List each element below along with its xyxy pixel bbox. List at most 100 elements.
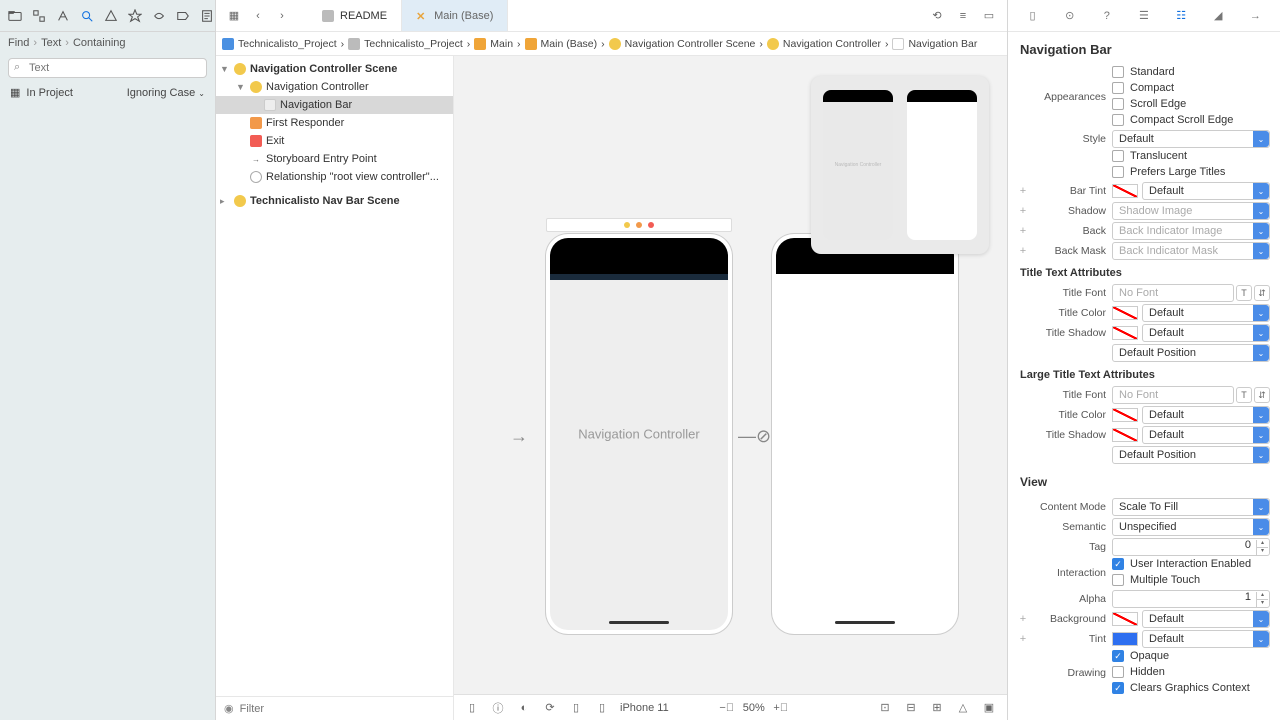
- background-swatch[interactable]: [1112, 612, 1138, 626]
- symbol-icon[interactable]: [56, 9, 70, 23]
- resolve-icon[interactable]: △: [955, 700, 971, 716]
- jump-bar[interactable]: Technicalisto_Project› Technicalisto_Pro…: [216, 32, 1007, 56]
- back-select[interactable]: Back Indicator Image⌄: [1112, 222, 1270, 240]
- test-icon[interactable]: [128, 9, 142, 23]
- search-icon[interactable]: [80, 9, 94, 23]
- bc-vc[interactable]: Navigation Controller: [783, 38, 881, 50]
- orientation-icon[interactable]: ⟳: [542, 700, 558, 716]
- adjust-icon[interactable]: ≡: [955, 8, 971, 24]
- help-inspector-icon[interactable]: ?: [1098, 7, 1116, 25]
- ltitleshadow-swatch[interactable]: [1112, 428, 1138, 442]
- zoom-in-icon[interactable]: +⃝: [773, 700, 789, 716]
- minimap-nav-device[interactable]: Navigation Controller: [823, 90, 893, 240]
- tint-swatch[interactable]: [1112, 632, 1138, 646]
- title-position-select[interactable]: Default Position⌄: [1112, 344, 1270, 362]
- font-stepper[interactable]: ⇵: [1254, 285, 1270, 301]
- report-icon[interactable]: [200, 9, 214, 23]
- constraints-icon[interactable]: ⊡: [877, 700, 893, 716]
- tab-readme[interactable]: README: [308, 0, 402, 31]
- refresh-icon[interactable]: ⟲: [929, 8, 945, 24]
- titlefont-input[interactable]: No Font: [1112, 284, 1234, 302]
- device-icon[interactable]: ▯: [594, 700, 610, 716]
- storyboard-canvas[interactable]: Navigation Controller → —⊘→: [454, 56, 1007, 720]
- split-icon[interactable]: ▯: [568, 700, 584, 716]
- clears-graphics-checkbox[interactable]: ✓: [1112, 682, 1124, 694]
- debug-icon[interactable]: [152, 9, 166, 23]
- find-match[interactable]: Containing: [73, 37, 126, 49]
- find-mode[interactable]: Find: [8, 37, 29, 49]
- size-inspector-icon[interactable]: ◢: [1209, 7, 1227, 25]
- bc-story[interactable]: Main: [490, 38, 513, 50]
- shadow-select[interactable]: Shadow Image⌄: [1112, 202, 1270, 220]
- issue-icon[interactable]: [104, 9, 118, 23]
- add-shadow-button[interactable]: +: [1018, 205, 1028, 217]
- breakpoint-icon[interactable]: [176, 9, 190, 23]
- titleshadow-swatch[interactable]: [1112, 326, 1138, 340]
- tree-vc-row[interactable]: ▼Navigation Controller: [216, 78, 453, 96]
- tree-scene2-row[interactable]: ▸Technicalisto Nav Bar Scene: [216, 192, 453, 210]
- add-bartint-button[interactable]: +: [1018, 185, 1028, 197]
- search-scope-label[interactable]: In Project: [26, 87, 72, 99]
- compact-scroll-checkbox[interactable]: [1112, 114, 1124, 126]
- align-icon[interactable]: ⊟: [903, 700, 919, 716]
- navigation-bar-selection[interactable]: [550, 274, 728, 280]
- scene-title-handle[interactable]: [546, 218, 732, 232]
- compact-checkbox[interactable]: [1112, 82, 1124, 94]
- entry-arrow-icon[interactable]: →: [510, 426, 528, 447]
- find-scope-text[interactable]: Text: [41, 37, 61, 49]
- tree-rel-row[interactable]: Relationship "root view controller"...: [216, 168, 453, 186]
- backmask-select[interactable]: Back Indicator Mask⌄: [1112, 242, 1270, 260]
- root-vc-device[interactable]: [772, 234, 958, 634]
- tree-scene-row[interactable]: ▼Navigation Controller Scene: [216, 60, 453, 78]
- find-breadcrumb[interactable]: Find› Text› Containing: [0, 32, 215, 54]
- attributes-inspector-icon[interactable]: ☷: [1172, 7, 1190, 25]
- bartint-select[interactable]: Default⌄: [1142, 182, 1270, 200]
- tab-main-storyboard[interactable]: ✕ Main (Base): [402, 0, 508, 31]
- background-select[interactable]: Default⌄: [1142, 610, 1270, 628]
- titlecolor-swatch[interactable]: [1112, 306, 1138, 320]
- standard-checkbox[interactable]: [1112, 66, 1124, 78]
- titlecolor-select[interactable]: Default⌄: [1142, 304, 1270, 322]
- layout-icon[interactable]: ▭: [981, 8, 997, 24]
- alpha-input[interactable]: 1▴▾: [1112, 590, 1270, 608]
- tag-input[interactable]: 0▴▾: [1112, 538, 1270, 556]
- add-tint-button[interactable]: +: [1018, 633, 1028, 645]
- zoom-out-icon[interactable]: −⃝: [719, 700, 735, 716]
- source-control-icon[interactable]: [32, 9, 46, 23]
- panel-toggle-icon[interactable]: ▯: [464, 700, 480, 716]
- contentmode-select[interactable]: Scale To Fill⌄: [1112, 498, 1270, 516]
- tree-exit-row[interactable]: Exit: [216, 132, 453, 150]
- font-picker-button[interactable]: T: [1236, 285, 1252, 301]
- tree-navbar-row[interactable]: Navigation Bar: [216, 96, 453, 114]
- lfont-stepper[interactable]: ⇵: [1254, 387, 1270, 403]
- embed-icon[interactable]: ▣: [981, 700, 997, 716]
- nav-controller-device[interactable]: Navigation Controller: [546, 234, 732, 634]
- pin-icon[interactable]: ⊞: [929, 700, 945, 716]
- titleshadow-select[interactable]: Default⌄: [1142, 324, 1270, 342]
- ltitlefont-input[interactable]: No Font: [1112, 386, 1234, 404]
- prefers-large-checkbox[interactable]: [1112, 166, 1124, 178]
- multiple-touch-checkbox[interactable]: [1112, 574, 1124, 586]
- ltitlecolor-select[interactable]: Default⌄: [1142, 406, 1270, 424]
- related-items-icon[interactable]: ▦: [226, 8, 242, 24]
- info-icon[interactable]: ⓘ: [490, 700, 506, 716]
- tint-select[interactable]: Default⌄: [1142, 630, 1270, 648]
- opaque-checkbox[interactable]: ✓: [1112, 650, 1124, 662]
- file-inspector-icon[interactable]: ▯: [1024, 7, 1042, 25]
- history-inspector-icon[interactable]: ⊙: [1061, 7, 1079, 25]
- forward-button[interactable]: ›: [274, 8, 290, 24]
- bc-scene[interactable]: Navigation Controller Scene: [625, 38, 756, 50]
- add-back-button-plus[interactable]: +: [1018, 225, 1028, 237]
- bc-storybase[interactable]: Main (Base): [541, 38, 598, 50]
- appearance-icon[interactable]: ◐: [516, 700, 532, 716]
- style-select[interactable]: Default⌄: [1112, 130, 1270, 148]
- minimap[interactable]: Navigation Controller: [811, 76, 989, 254]
- tree-first-row[interactable]: First Responder: [216, 114, 453, 132]
- semantic-select[interactable]: Unspecified⌄: [1112, 518, 1270, 536]
- bartint-swatch[interactable]: [1112, 184, 1138, 198]
- ignoring-case-dropdown[interactable]: Ignoring Case ⌄: [127, 87, 205, 99]
- identity-inspector-icon[interactable]: ☰: [1135, 7, 1153, 25]
- user-interaction-checkbox[interactable]: ✓: [1112, 558, 1124, 570]
- tree-entry-row[interactable]: →Storyboard Entry Point: [216, 150, 453, 168]
- bc-folder[interactable]: Technicalisto_Project: [364, 38, 463, 50]
